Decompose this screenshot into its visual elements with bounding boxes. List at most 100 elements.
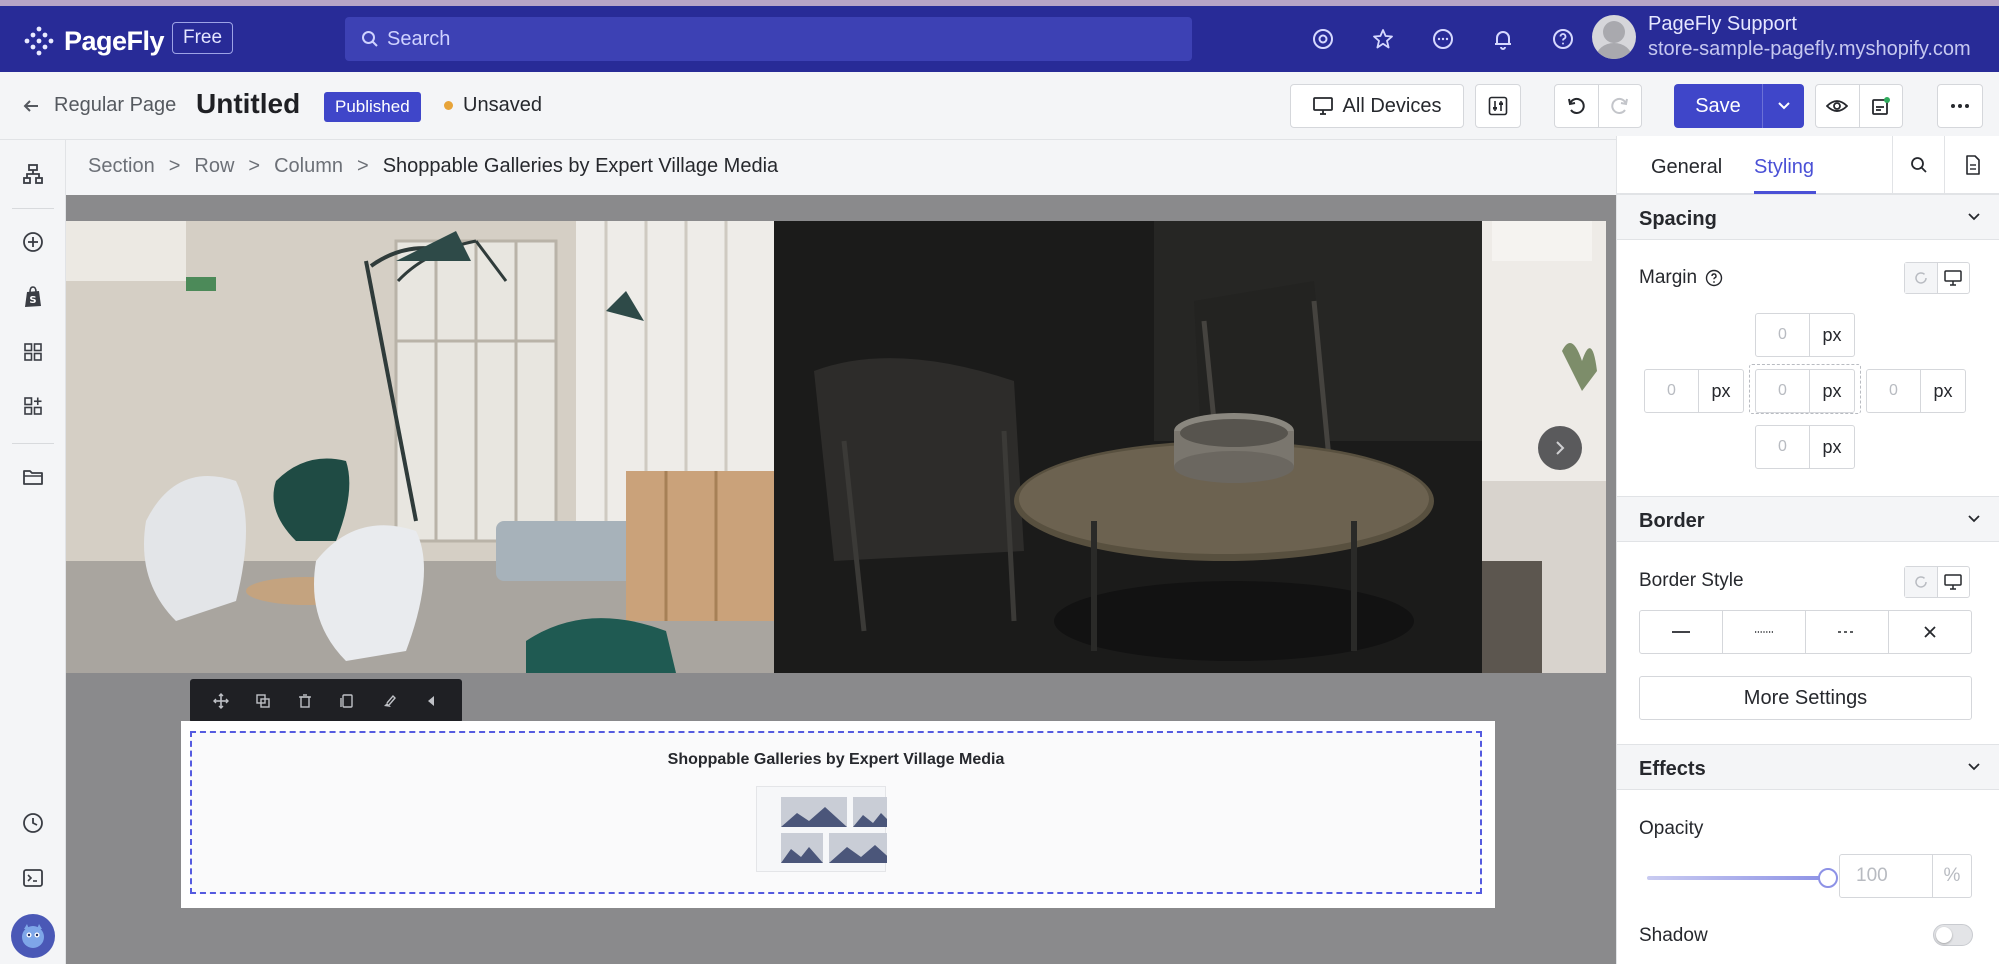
redo-button[interactable]: [1599, 85, 1642, 127]
mascot-icon: [22, 924, 44, 948]
margin-right-input[interactable]: 0 px: [1866, 369, 1966, 413]
back-button[interactable]: Regular Page: [22, 94, 176, 117]
search-placeholder: Search: [387, 27, 451, 50]
breadcrumb-separator-icon: >: [357, 155, 369, 177]
delete-icon[interactable]: [295, 691, 315, 711]
slider-next-button[interactable]: [1538, 426, 1582, 470]
add-app-icon[interactable]: [20, 393, 46, 419]
breadcrumb-row[interactable]: Row: [194, 155, 234, 178]
margin-right-unit: px: [1933, 380, 1953, 401]
pagefly-logo[interactable]: PageFly: [22, 24, 165, 58]
more-horizontal-icon: [1951, 104, 1969, 108]
chevron-down-icon: [1968, 515, 1980, 523]
target-icon[interactable]: [1310, 26, 1336, 52]
brand-name: PageFly: [64, 25, 165, 56]
margin-top-unit: px: [1822, 324, 1842, 345]
opacity-slider-track[interactable]: [1647, 876, 1827, 880]
add-element-icon[interactable]: [20, 229, 46, 255]
shadow-toggle[interactable]: [1933, 924, 1973, 946]
border-header-label: Border: [1639, 510, 1705, 532]
search-input[interactable]: Search: [345, 17, 1192, 61]
save-options-button[interactable]: [1762, 84, 1804, 128]
margin-device-controls: [1904, 262, 1970, 294]
chat-icon[interactable]: [1430, 26, 1456, 52]
bell-icon[interactable]: [1490, 26, 1516, 52]
star-icon[interactable]: [1370, 26, 1396, 52]
styling-panel: General Styling Spacing Margin 0 px 0 px…: [1616, 136, 1999, 964]
opacity-slider-handle[interactable]: [1818, 868, 1838, 888]
history-icon[interactable]: [20, 810, 46, 836]
duplicate-icon[interactable]: [253, 691, 273, 711]
chevron-right-icon: [1556, 441, 1565, 455]
copy-icon[interactable]: [337, 691, 357, 711]
style-brush-icon[interactable]: [379, 691, 399, 711]
preview-publish-group: [1815, 84, 1903, 128]
breadcrumb-separator-icon: >: [248, 155, 261, 177]
help-icon[interactable]: [1705, 269, 1723, 287]
publish-button[interactable]: [1860, 85, 1903, 127]
help-icon[interactable]: [1550, 26, 1576, 52]
page-title[interactable]: Untitled: [196, 88, 300, 120]
shoppable-galleries-element[interactable]: Shoppable Galleries by Expert Village Me…: [190, 731, 1482, 894]
device-selector-label: All Devices: [1342, 94, 1442, 117]
spacing-header-label: Spacing: [1639, 208, 1717, 230]
reset-icon: [1915, 272, 1927, 284]
breadcrumb-current[interactable]: Shoppable Galleries by Expert Village Me…: [383, 155, 778, 178]
border-reset-button[interactable]: [1905, 567, 1938, 597]
margin-center-unit: px: [1822, 380, 1842, 401]
margin-bottom-input[interactable]: 0 px: [1755, 425, 1855, 469]
preview-button[interactable]: [1816, 85, 1860, 127]
border-solid-button[interactable]: [1640, 611, 1723, 653]
margin-desktop-button[interactable]: [1938, 263, 1970, 293]
breadcrumb-column[interactable]: Column: [274, 155, 343, 178]
breadcrumb-section[interactable]: Section: [88, 155, 155, 178]
avatar: [1592, 15, 1636, 59]
collapse-toolbar-icon[interactable]: [421, 691, 441, 711]
user-name: PageFly Support: [1648, 13, 1797, 35]
plan-badge[interactable]: Free: [172, 22, 234, 54]
user-menu[interactable]: PageFly Support store-sample-pagefly.mys…: [1592, 13, 1971, 61]
more-options-button[interactable]: [1937, 84, 1983, 128]
opacity-value: 100: [1840, 855, 1933, 897]
margin-center-input[interactable]: 0 px: [1755, 369, 1855, 413]
support-avatar[interactable]: [11, 914, 55, 958]
panel-search-button[interactable]: [1892, 136, 1944, 194]
undo-button[interactable]: [1555, 85, 1599, 127]
tab-styling[interactable]: Styling: [1754, 156, 1814, 179]
border-dotted-button[interactable]: [1723, 611, 1806, 653]
pagefly-logo-icon: [24, 26, 54, 56]
code-terminal-icon[interactable]: [20, 865, 46, 891]
tab-general[interactable]: General: [1651, 156, 1722, 179]
opacity-unit: %: [1943, 865, 1961, 886]
shopify-icon[interactable]: S: [20, 284, 46, 310]
image-slider[interactable]: [66, 221, 1606, 673]
spacing-section-header[interactable]: Spacing: [1617, 194, 1999, 240]
layout-settings-button[interactable]: [1475, 84, 1521, 128]
border-none-button[interactable]: [1889, 611, 1971, 653]
breadcrumb-separator-icon: >: [168, 155, 181, 177]
margin-reset-button[interactable]: [1905, 263, 1938, 293]
shadow-label: Shadow: [1639, 925, 1708, 947]
border-device-controls: [1904, 566, 1970, 598]
close-icon: [1924, 626, 1936, 638]
grid-icon[interactable]: [20, 339, 46, 365]
panel-tabs: General Styling: [1617, 136, 1999, 194]
gallery-placeholder-icon: [756, 786, 895, 872]
border-style-options: [1639, 610, 1972, 654]
search-icon: [362, 31, 378, 47]
margin-right-value: 0: [1867, 370, 1921, 412]
panel-doc-button[interactable]: [1944, 136, 1999, 194]
border-desktop-button[interactable]: [1938, 567, 1970, 597]
folder-icon[interactable]: [20, 464, 46, 490]
border-section-header[interactable]: Border: [1617, 496, 1999, 542]
more-settings-button[interactable]: More Settings: [1639, 676, 1972, 720]
layers-icon[interactable]: [20, 161, 46, 187]
effects-section-header[interactable]: Effects: [1617, 744, 1999, 790]
opacity-input[interactable]: 100 %: [1839, 854, 1972, 898]
border-dashed-button[interactable]: [1806, 611, 1889, 653]
margin-top-input[interactable]: 0 px: [1755, 313, 1855, 357]
save-button[interactable]: Save: [1674, 84, 1762, 128]
margin-left-input[interactable]: 0 px: [1644, 369, 1744, 413]
device-selector[interactable]: All Devices: [1290, 84, 1464, 128]
move-icon[interactable]: [211, 691, 231, 711]
